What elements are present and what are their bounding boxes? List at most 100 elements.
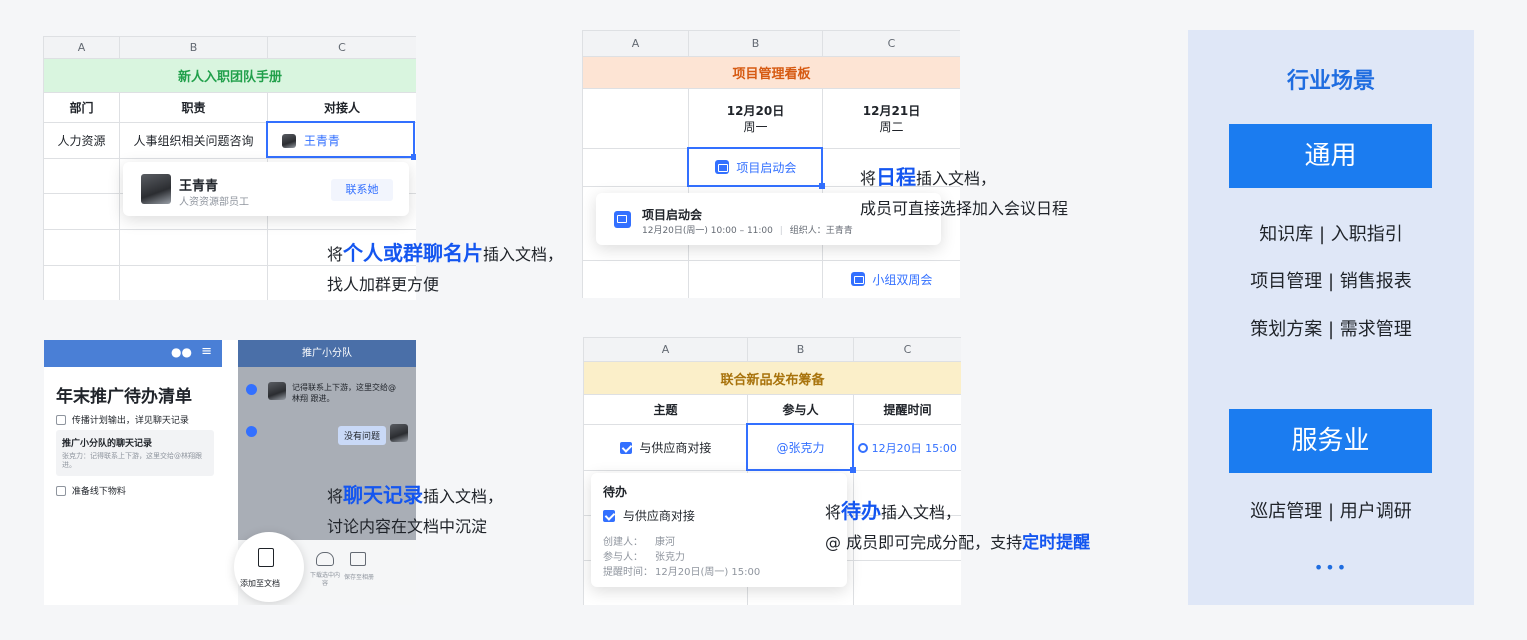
caption-line2: 找人加群更方便: [327, 275, 440, 294]
chat-select-check[interactable]: [246, 426, 257, 437]
empty-cell[interactable]: [43, 265, 120, 300]
scenario-line[interactable]: 巡店管理 | 用户调研: [1188, 497, 1474, 523]
service-industry-button[interactable]: 服务业: [1229, 409, 1432, 473]
chat-avatar: [268, 382, 286, 400]
event-chip-label: 小组双周会: [872, 273, 933, 287]
fill-handle[interactable]: [819, 183, 825, 189]
chat-header: 推广小分队: [238, 340, 416, 367]
task-label: 传播计划输出，详见聊天记录: [71, 416, 189, 426]
fill-handle[interactable]: [411, 154, 416, 160]
header-contact: 对接人: [267, 92, 416, 123]
meta-value: 12月20日(周一) 15:00: [655, 567, 761, 578]
contact-button[interactable]: 联系她: [331, 179, 393, 201]
todo-card-title: 待办: [603, 485, 628, 499]
empty-cell[interactable]: [119, 229, 268, 266]
empty-cell[interactable]: [582, 88, 689, 149]
event-organizer: 组织人：王青青: [789, 226, 853, 236]
empty-cell[interactable]: [688, 260, 823, 298]
remind-time: 12月20日 15:00: [871, 441, 957, 455]
empty-cell[interactable]: [582, 260, 689, 298]
todo-card-task[interactable]: 与供应商对接: [603, 507, 695, 524]
meta-label: 参与人：: [603, 552, 643, 563]
sheet-banner: 联合新品发布筹备: [583, 361, 961, 395]
cell-selection: [266, 121, 416, 160]
industry-scenarios-sidebar: 行业场景 通用 知识库 | 入职指引 项目管理 | 销售报表 策划方案 | 需求…: [1188, 30, 1474, 605]
document-icon: [258, 548, 274, 567]
todo-meta-member: 参与人： 张克力: [603, 548, 685, 563]
image-icon[interactable]: [350, 552, 366, 566]
chat-message: 记得联系上下游，这里交给@林翔 跟进。: [292, 383, 396, 403]
caption-text: 插入文档，: [881, 503, 962, 522]
checkbox-checked[interactable]: [619, 442, 632, 454]
day-header: 12月20日 周一: [688, 88, 823, 149]
action-label: 添加至文档: [240, 579, 280, 588]
more-indicator[interactable]: •••: [1188, 558, 1474, 577]
sheet-banner: 项目管理看板: [582, 56, 960, 89]
caption-line2: 成员可直接选择加入会议日程: [860, 199, 1069, 218]
column-header-c: C: [822, 30, 960, 57]
header-dept: 部门: [43, 92, 120, 123]
scenario-line[interactable]: 知识库 | 入职指引: [1188, 220, 1474, 246]
caption-chat: 将聊天记录插入文档， 讨论内容在文档中沉淀: [327, 480, 503, 542]
empty-cell[interactable]: [43, 193, 120, 230]
action-label: 下载选中内容: [309, 572, 340, 587]
cell-remind[interactable]: 12月20日 15:00: [853, 424, 961, 471]
todo-meta-creator: 创建人： 康河: [603, 533, 675, 548]
event-time: 12月20日(周一) 10:00 – 11:00: [642, 226, 773, 236]
cell-event-2[interactable]: 小组双周会: [822, 260, 960, 298]
caption-text: 插入文档，: [423, 487, 504, 506]
empty-cell[interactable]: [43, 158, 120, 194]
checkbox[interactable]: [56, 486, 66, 496]
task-item[interactable]: 准备线下物料: [56, 484, 126, 497]
doc-title: 年末推广待办清单: [56, 387, 192, 407]
checkbox[interactable]: [56, 415, 66, 425]
add-to-doc-action[interactable]: 添加至文档: [234, 532, 304, 602]
contact-avatar: [141, 174, 171, 204]
cell-selection: [687, 147, 825, 189]
cell-topic[interactable]: 与供应商对接: [583, 424, 748, 471]
header-remind: 提醒时间: [853, 394, 961, 425]
calendar-icon: [850, 272, 865, 286]
caption-highlight: 聊天记录: [343, 483, 424, 507]
cell-dept[interactable]: 人力资源: [43, 122, 120, 159]
empty-cell[interactable]: [43, 229, 120, 266]
scenario-line[interactable]: 策划方案 | 需求管理: [1188, 315, 1474, 341]
chat-record-block[interactable]: 推广小分队的聊天记录 张克力：记得联系上下游，这里交给@林翔跟进。: [56, 430, 214, 476]
empty-cell[interactable]: [119, 265, 268, 300]
caption-text: 将: [327, 487, 344, 506]
chat-avatar: [390, 424, 408, 442]
scenario-line[interactable]: 项目管理 | 销售报表: [1188, 267, 1474, 293]
caption-schedule: 将日程插入文档， 成员可直接选择加入会议日程: [860, 162, 1068, 224]
cloud-download-icon[interactable]: [316, 552, 334, 566]
chat-message-self: 没有问题: [338, 426, 387, 445]
sheet-banner: 新人入职团队手册: [43, 58, 416, 93]
column-header-c: C: [267, 36, 416, 59]
chat-record-title: 推广小分队的聊天记录: [62, 439, 153, 449]
day-weekday: 周二: [879, 119, 904, 134]
cell-selection: [746, 423, 856, 473]
caption-contact: 将个人或群聊名片插入文档， 找人加群更方便: [327, 238, 563, 300]
empty-cell[interactable]: [582, 148, 689, 187]
checkbox-checked[interactable]: [603, 510, 615, 522]
members-icon[interactable]: ●●: [171, 345, 192, 359]
fill-handle[interactable]: [850, 467, 856, 473]
chat-select-check[interactable]: [246, 384, 257, 395]
meta-label: 创建人：: [603, 537, 643, 548]
menu-icon[interactable]: ≡: [201, 344, 212, 359]
caption-highlight: 定时提醒: [1022, 533, 1091, 553]
todo-card-popup: 待办 与供应商对接 创建人： 康河 参与人： 张克力 提醒时间： 12月20日(周一)…: [591, 473, 847, 587]
task-item[interactable]: 传播计划输出，详见聊天记录: [56, 413, 189, 426]
general-button[interactable]: 通用: [1229, 124, 1432, 188]
empty-cell[interactable]: [853, 560, 961, 605]
column-header-a: A: [582, 30, 689, 57]
column-header-a: A: [583, 337, 748, 362]
event-card-title: 项目启动会: [642, 208, 703, 222]
day-date: 12月20日: [726, 103, 785, 118]
todo-label: 与供应商对接: [639, 441, 712, 455]
cell-duty[interactable]: 人事组织相关问题咨询: [119, 122, 268, 159]
column-header-b: B: [119, 36, 268, 59]
sidebar-title: 行业场景: [1286, 69, 1375, 94]
doc-toolbar: ●● ≡: [44, 340, 222, 367]
caption-highlight: 日程: [876, 165, 917, 189]
contact-card-title: 人资资源部员工: [179, 197, 249, 208]
